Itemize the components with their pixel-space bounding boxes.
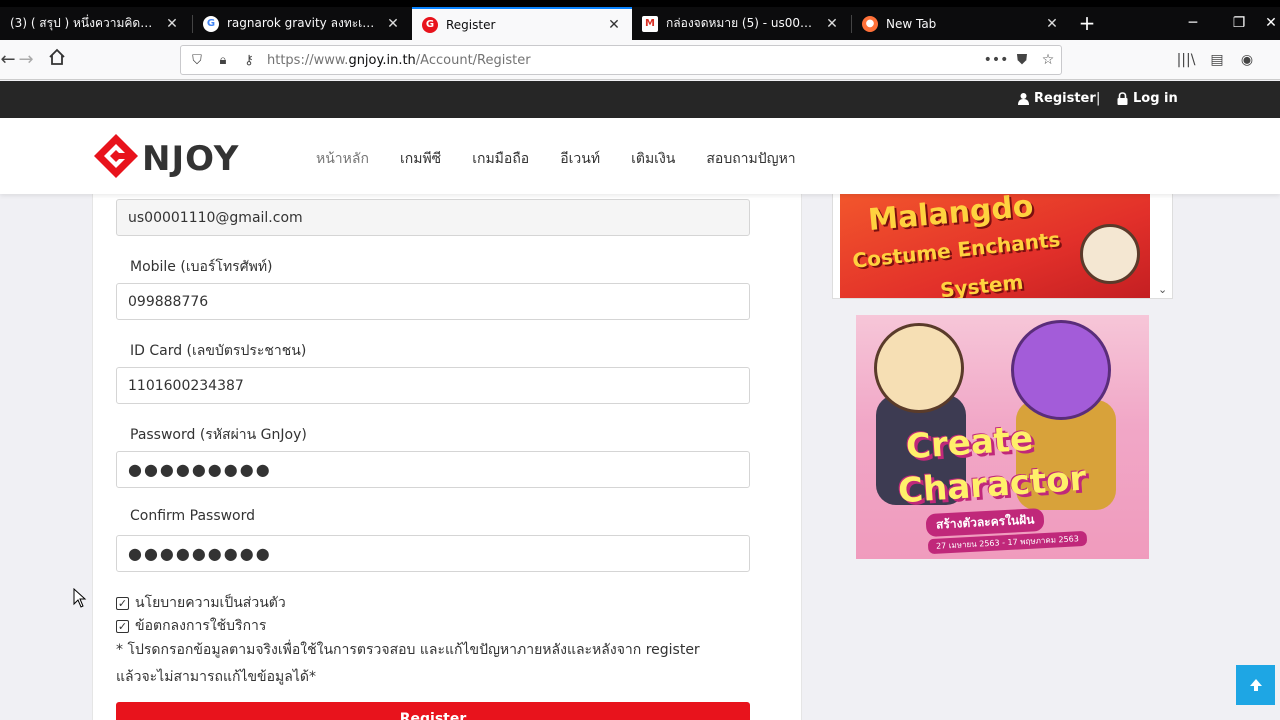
menu-item-support[interactable]: สอบถามปัญหา	[706, 148, 795, 170]
banner-text: สร้างตัวละครในฝัน	[925, 507, 1045, 538]
close-tab-icon[interactable]: ✕	[385, 16, 401, 32]
create-character-banner[interactable]: Create Charactor สร้างตัวละครในฝัน 27 เม…	[856, 315, 1149, 559]
mouse-cursor-icon	[73, 588, 87, 608]
browser-tab[interactable]: G ragnarok gravity ลงทะเบียน - ค้ ✕	[193, 7, 411, 40]
privacy-policy-label: นโยบายความเป็นส่วนตัว	[135, 595, 286, 611]
arrow-up-icon	[1249, 679, 1262, 691]
tab-title: New Tab	[886, 16, 937, 31]
sidebar-icon[interactable]: ▤	[1207, 50, 1227, 70]
scroll-to-top-button[interactable]	[1236, 665, 1275, 705]
register-submit-button[interactable]: Register	[116, 702, 750, 720]
close-tab-icon[interactable]: ✕	[824, 16, 840, 32]
banner-text: Create	[904, 418, 1035, 468]
confirm-password-label: Confirm Password	[130, 508, 256, 524]
tab-title: ragnarok gravity ลงทะเบียน - ค้	[227, 16, 377, 30]
site-header: NJOY หน้าหลัก เกมพีซี เกมมือถือ อีเวนท์ …	[0, 118, 1280, 194]
idcard-field[interactable]: 1101600234387	[116, 367, 750, 404]
gnjoy-logo-mark	[94, 134, 138, 178]
email-field[interactable]: us00001110@gmail.com	[116, 199, 750, 236]
user-icon	[1018, 92, 1029, 105]
close-window-icon[interactable]: ✕	[1262, 7, 1280, 40]
minimize-icon[interactable]: ─	[1170, 7, 1216, 40]
tab-title: กล่องจดหมาย (5) - us00001110@	[666, 16, 816, 30]
home-icon[interactable]	[45, 48, 69, 72]
terms-checkbox-row[interactable]: ✓ ข้อตกลงการใช้บริการ	[116, 615, 266, 637]
password-field[interactable]: ●●●●●●●●●	[116, 451, 750, 488]
menu-item-events[interactable]: อีเวนท์	[560, 148, 600, 170]
browser-nav-bar: ← → ⛉ 🔒︎ ⚷ https://www.gnjoy.in.th/Accou…	[0, 40, 1280, 80]
lock-icon[interactable]: 🔒︎	[213, 53, 233, 68]
privacy-policy-checkbox[interactable]: ✓	[116, 596, 129, 610]
account-icon[interactable]: ◉	[1237, 50, 1257, 70]
pocket-icon[interactable]: ⛊	[1009, 52, 1035, 68]
password-label: Password (รหัสผ่าน GnJoy)	[130, 427, 307, 443]
register-link[interactable]: Register	[1018, 91, 1096, 106]
browser-tab-active[interactable]: G Register ✕	[412, 7, 632, 40]
restore-icon[interactable]: ❐	[1216, 7, 1262, 40]
browser-tab[interactable]: (3) ( สรุป ) หนึ่งความคิดนิจนิรันดร์ - ✕	[0, 7, 190, 40]
mobile-label: Mobile (เบอร์โทรศัพท์)	[130, 259, 273, 275]
key-icon[interactable]: ⚷	[239, 53, 259, 68]
confirm-password-field[interactable]: ●●●●●●●●●	[116, 535, 750, 572]
main-menu: หน้าหลัก เกมพีซี เกมมือถือ อีเวนท์ เติมเ…	[316, 148, 827, 170]
tab-title: Register	[446, 17, 496, 32]
browser-tab-strip: (3) ( สรุป ) หนึ่งความคิดนิจนิรันดร์ - ✕…	[0, 0, 1280, 40]
menu-item-home[interactable]: หน้าหลัก	[316, 148, 369, 170]
topbar-separator: |	[1096, 91, 1101, 106]
privacy-policy-checkbox-row[interactable]: ✓ นโยบายความเป็นส่วนตัว	[116, 592, 286, 614]
more-actions-icon[interactable]: •••	[983, 52, 1009, 68]
library-icon[interactable]: |||\	[1176, 50, 1196, 70]
new-tab-icon[interactable]: +	[1075, 11, 1099, 35]
close-tab-icon[interactable]: ✕	[164, 16, 180, 32]
character-illustration	[874, 323, 964, 413]
url-text[interactable]: https://www.gnjoy.in.th/Account/Register	[267, 53, 983, 68]
character-illustration	[1011, 320, 1111, 420]
logo-text: NJOY	[142, 139, 240, 179]
lock-icon	[1117, 92, 1128, 105]
google-icon: G	[203, 15, 219, 32]
close-tab-icon[interactable]: ✕	[1044, 16, 1060, 32]
terms-label: ข้อตกลงการใช้บริการ	[135, 618, 267, 634]
menu-item-topup[interactable]: เติมเงิน	[631, 148, 675, 170]
form-note-line: * โปรดกรอกข้อมูลตามจริงเพื่อใช้ในการตรวจ…	[116, 642, 700, 658]
gmail-icon: M	[642, 15, 658, 32]
gnjoy-logo[interactable]: NJOY	[92, 132, 239, 180]
terms-checkbox[interactable]: ✓	[116, 619, 129, 633]
banner-text: System	[938, 269, 1025, 298]
shield-icon[interactable]: ⛉	[187, 53, 207, 68]
browser-tab[interactable]: ● New Tab ✕	[852, 7, 1070, 40]
browser-tab[interactable]: M กล่องจดหมาย (5) - us00001110@ ✕	[632, 7, 850, 40]
gnjoy-icon: G	[422, 16, 438, 33]
ad-slider-frame: Malangdo Costume Enchants System	[832, 194, 1173, 299]
close-tab-icon[interactable]: ✕	[606, 17, 622, 33]
forward-icon[interactable]: →	[14, 48, 38, 72]
menu-item-pc-games[interactable]: เกมพีซี	[400, 148, 441, 170]
idcard-label: ID Card (เลขบัตรประชาชน)	[130, 343, 307, 359]
tab-title: (3) ( สรุป ) หนึ่งความคิดนิจนิรันดร์ -	[10, 16, 156, 30]
site-topbar: Register | Log in	[0, 81, 1280, 118]
pet-illustration	[1080, 224, 1140, 284]
menu-item-mobile-games[interactable]: เกมมือถือ	[472, 148, 529, 170]
firefox-icon: ●	[862, 15, 878, 32]
address-bar[interactable]: ⛉ 🔒︎ ⚷ https://www.gnjoy.in.th/Account/R…	[180, 45, 1062, 75]
malangdo-banner[interactable]: Malangdo Costume Enchants System	[840, 194, 1150, 298]
mobile-field[interactable]: 099888776	[116, 283, 750, 320]
bookmark-star-icon[interactable]: ☆	[1035, 52, 1061, 68]
form-note-line: แล้วจะไม่สามารถแก้ไขข้อมูลได้*	[116, 669, 316, 685]
chevron-down-icon[interactable]: ⌄	[1158, 283, 1167, 296]
login-link[interactable]: Log in	[1117, 91, 1178, 106]
form-note: * โปรดกรอกข้อมูลตามจริงเพื่อใช้ในการตรวจ…	[116, 637, 736, 691]
